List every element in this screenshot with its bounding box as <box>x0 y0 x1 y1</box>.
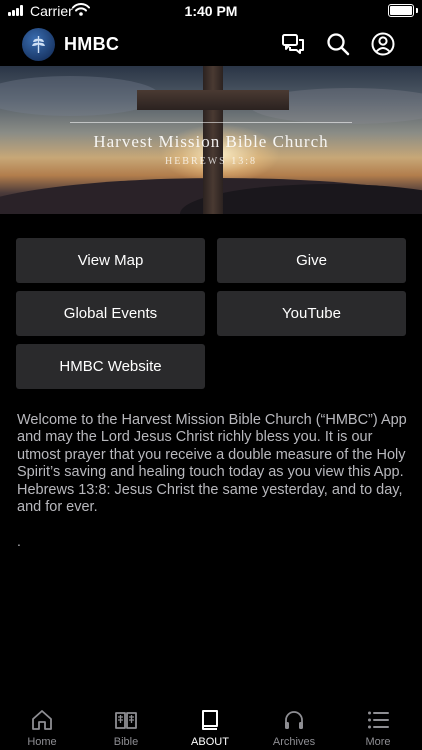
church-banner: Harvest Mission Bible Church HEBREWS 13:… <box>0 66 422 214</box>
youtube-button[interactable]: YouTube <box>217 291 406 336</box>
headphones-icon <box>285 711 303 729</box>
chat-icon[interactable] <box>280 31 306 57</box>
banner-title: Harvest Mission Bible Church <box>93 132 329 151</box>
tab-about-label: ABOUT <box>191 736 229 748</box>
view-map-button[interactable]: View Map <box>16 238 205 283</box>
status-bar: Carrier 1:40 PM <box>0 0 422 22</box>
tab-about[interactable]: ABOUT <box>168 702 252 750</box>
battery-icon <box>388 4 414 17</box>
search-icon[interactable] <box>325 31 351 57</box>
app-logo[interactable] <box>22 28 55 61</box>
tab-bible-label: Bible <box>113 736 139 748</box>
nav-bar: HMBC <box>0 22 422 66</box>
tab-bar: Home Bible ABOUT Archives More <box>0 702 422 750</box>
hmbc-website-button[interactable]: HMBC Website <box>16 344 205 389</box>
give-button[interactable]: Give <box>217 238 406 283</box>
wheat-icon <box>32 36 45 53</box>
list-icon <box>368 711 389 729</box>
banner-rule <box>70 122 352 123</box>
battery-cap <box>416 8 418 13</box>
welcome-trailing: . <box>17 533 21 549</box>
profile-icon[interactable] <box>370 31 396 57</box>
banner-subtitle: HEBREWS 13:8 <box>164 156 258 167</box>
bible-icon <box>115 712 137 729</box>
welcome-text: Welcome to the Harvest Mission Bible Chu… <box>17 412 407 516</box>
tab-bible[interactable]: Bible <box>84 702 168 750</box>
tab-home[interactable]: Home <box>0 702 84 750</box>
global-events-button[interactable]: Global Events <box>16 291 205 336</box>
tab-archives[interactable]: Archives <box>252 702 336 750</box>
book-icon <box>202 710 218 730</box>
status-time: 1:40 PM <box>184 3 238 19</box>
tab-more-label: More <box>365 736 391 748</box>
tab-archives-label: Archives <box>272 736 316 748</box>
home-icon <box>32 710 52 730</box>
tab-home-label: Home <box>27 736 57 748</box>
tab-more[interactable]: More <box>336 702 420 750</box>
app-title: HMBC <box>64 34 120 54</box>
